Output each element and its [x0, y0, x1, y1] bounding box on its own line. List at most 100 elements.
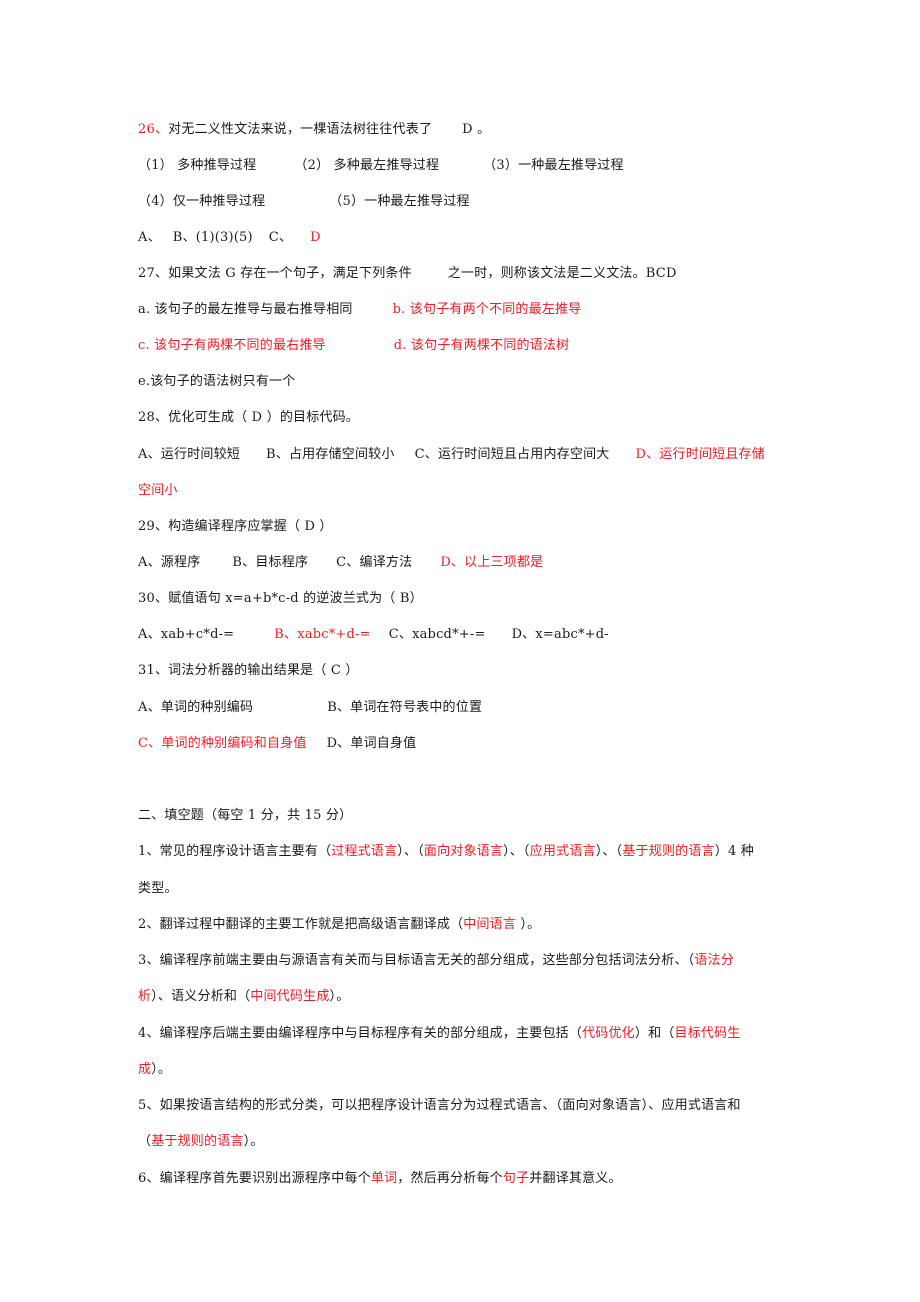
fill-1-cont: 类型。: [138, 881, 178, 896]
fill-5-line: 5、如果按语言结构的形式分类，可以把程序设计语言分为过程式语言、（面向对象语言）…: [138, 1097, 741, 1115]
fill-1-text: 1、常见的程序设计语言主要有（: [138, 844, 332, 859]
q31-row-cd: C、单词的种别编码和自身值 D、单词自身值: [138, 735, 416, 753]
q29-option-b: B、目标程序: [232, 555, 309, 570]
fill-4-text: 4、编译程序后端主要由编译程序中与目标程序有关的部分组成，主要包括（: [138, 1026, 583, 1041]
q29-options: A、源程序 B、目标程序 C、编译方法 D、以上三项都是: [138, 554, 543, 572]
fill-1-text: ）4 种: [714, 844, 754, 859]
q27-stem: 27、如果文法 G 存在一个句子，满足下列条件: [138, 266, 412, 281]
q28-option-a: A、运行时间较短: [138, 447, 240, 462]
q27-row-ab: a. 该句子的最左推导与最右推导相同 b. 该句子有两个不同的最左推导: [138, 301, 581, 319]
fill-5-text: （: [138, 1134, 152, 1149]
q31-option-b: B、单词在符号表中的位置: [327, 700, 483, 715]
fill-6-answer-1: 单词: [370, 1171, 398, 1186]
fill-1-answer-1: 过程式语言: [331, 844, 398, 859]
fill-1-answer-2: 面向对象语言: [423, 844, 504, 859]
fill-2-answer-1: 中间语言: [463, 917, 517, 932]
q28-option-d: D、运行时间短且存储: [635, 447, 765, 462]
q28-option-c: C、运行时间短且占用内存空间大: [414, 447, 610, 462]
q27-option-d: d. 该句子有两棵不同的语法树: [393, 338, 570, 353]
q31-option-a: A、单词的种别编码: [138, 700, 254, 715]
q31-stem: 31、词法分析器的输出结果是（ C ）: [138, 663, 359, 678]
q28-option-b: B、占用存储空间较小: [266, 447, 395, 462]
fill-4-answer-2-cont: 成: [138, 1062, 152, 1077]
fill-1-answer-3: 应用式语言: [529, 844, 596, 859]
q27-option-a: a. 该句子的最左推导与最右推导相同: [138, 302, 353, 317]
q30-options: A、xab+c*d-= B、xabc*+d-= C、xabcd*+-= D、x=abc…: [138, 626, 609, 644]
fill-3-text: 3、编译程序前端主要由与源语言有关而与目标语言无关的部分组成，这些部分包括词法分…: [138, 953, 695, 968]
fill-4-answer-2: 目标代码生: [674, 1026, 741, 1041]
fill-4-answer-1: 代码优化: [582, 1026, 635, 1041]
fill-4-line: 4、编译程序后端主要由编译程序中与目标程序有关的部分组成，主要包括（代码优化）和…: [138, 1025, 741, 1043]
q27-stem-tail: 之一时，则称该文法是二义文法。BCD: [447, 266, 677, 281]
fill-5-answer-1: 基于规则的语言: [151, 1134, 244, 1149]
fill-1-line: 1、常见的程序设计语言主要有（过程式语言）、（面向对象语言）、（应用式语言）、（…: [138, 843, 754, 861]
fill-4-cont-line: 成）。: [138, 1061, 171, 1079]
fill-3-answer-1: 语法分: [694, 953, 734, 968]
q30-option-a: A、xab+c*d-=: [138, 627, 235, 642]
q28-option-d-cont: 空间小: [138, 483, 178, 498]
q27-stem-line: 27、如果文法 G 存在一个句子，满足下列条件 之一时，则称该文法是二义文法。BC…: [138, 265, 677, 283]
fill-6-text: 并翻译其意义。: [529, 1171, 622, 1186]
fill-3-cont-line: 析）、语义分析和（中间代码生成）。: [138, 988, 349, 1006]
fill-1-text: ）、（: [595, 844, 623, 859]
q26-options-row2: （4）仅一种推导过程 （5）一种最左推导过程: [138, 193, 470, 211]
fill-1-text: ）、（: [397, 844, 424, 859]
q30-stem-line: 30、赋值语句 x=a+b*c-d 的逆波兰式为（ B）: [138, 590, 423, 608]
q26-number: 26、: [138, 122, 169, 137]
q26-stem: 对无二义性文法来说，一棵语法树往往代表了: [168, 122, 433, 137]
q27-option-c: c. 该句子有两棵不同的最右推导: [138, 338, 326, 353]
q29-stem-line: 29、构造编译程序应掌握（ D ）: [138, 518, 333, 536]
q26-choice-d: D: [310, 230, 321, 245]
q28-stem-line: 28、优化可生成（ D ）的目标代码。: [138, 409, 359, 427]
q30-option-d: D、x=abc*+d-: [511, 627, 609, 642]
fill-3-answer-2: 中间代码生成: [250, 989, 330, 1004]
q26-choice-b: B、(1)(3)(5): [172, 230, 253, 245]
fill-1-answer-4: 基于规则的语言: [622, 844, 715, 859]
q29-option-c: C、编译方法: [336, 555, 413, 570]
q26-option-5: （5）一种最左推导过程: [329, 194, 470, 209]
q31-stem-line: 31、词法分析器的输出结果是（ C ）: [138, 662, 359, 680]
fill-6-text: ，然后再分析每个: [397, 1171, 503, 1186]
q28-option-d-cont-line: 空间小: [138, 482, 178, 500]
q28-options: A、运行时间较短 B、占用存储空间较小 C、运行时间短且占用内存空间大 D、运行时间短…: [138, 446, 765, 464]
q29-stem: 29、构造编译程序应掌握（ D ）: [138, 519, 333, 534]
fill-5-text: 5、如果按语言结构的形式分类，可以把程序设计语言分为过程式语言、（面向对象语言）…: [138, 1098, 741, 1113]
fill-1-text: ）、（: [503, 844, 530, 859]
document-page: 26、对无二义性文法来说，一棵语法树往往代表了 D 。 （1） 多种推导过程 （2）…: [0, 0, 920, 1302]
fill-4-text: ）和（: [634, 1026, 675, 1041]
fill-3-text: ）、语义分析和（: [151, 989, 251, 1004]
section2-title-text: 二、填空题（每空 1 分，共 15 分）: [138, 808, 353, 823]
q27-option-e: e.该句子的语法树只有一个: [138, 374, 296, 389]
fill-2-text: ）。: [516, 917, 541, 932]
q31-option-d: D、单词自身值: [326, 736, 417, 751]
q26-option-3: （3）一种最左推导过程: [483, 158, 624, 173]
section2-title: 二、填空题（每空 1 分，共 15 分）: [138, 807, 352, 825]
q26-options-row1: （1） 多种推导过程 （2） 多种最左推导过程 （3）一种最左推导过程: [138, 157, 624, 175]
q26-choice-a: A、: [138, 230, 161, 245]
q26-stem-line: 26、对无二义性文法来说，一棵语法树往往代表了 D 。: [138, 121, 490, 139]
q30-option-c: C、xabcd*+-=: [388, 627, 486, 642]
fill-5-cont-line: （基于规则的语言）。: [138, 1133, 264, 1151]
q26-answer: D 。: [462, 122, 491, 137]
q26-option-4: （4）仅一种推导过程: [138, 194, 266, 209]
q26-option-1: （1） 多种推导过程: [138, 158, 257, 173]
q27-row-cd: c. 该句子有两棵不同的最右推导 d. 该句子有两棵不同的语法树: [138, 337, 569, 355]
fill-6-answer-2: 句子: [502, 1171, 530, 1186]
fill-3-text: ）。: [329, 989, 350, 1004]
q26-choice-c: C、: [268, 230, 293, 245]
fill-2-line: 2、翻译过程中翻译的主要工作就是把高级语言翻译成（中间语言 ）。: [138, 916, 540, 934]
q31-row-ab: A、单词的种别编码 B、单词在符号表中的位置: [138, 699, 482, 717]
fill-1-cont-line: 类型。: [138, 880, 178, 898]
fill-6-line: 6、编译程序首先要识别出源程序中每个单词，然后再分析每个句子并翻译其意义。: [138, 1170, 622, 1188]
fill-2-text: 2、翻译过程中翻译的主要工作就是把高级语言翻译成（: [138, 917, 464, 932]
fill-3-line: 3、编译程序前端主要由与源语言有关而与目标语言无关的部分组成，这些部分包括词法分…: [138, 952, 734, 970]
fill-4-text: ）。: [151, 1062, 172, 1077]
q26-choices: A、 B、(1)(3)(5) C、 D: [138, 229, 321, 247]
q31-option-c: C、单词的种别编码和自身值: [138, 736, 307, 751]
q26-option-2: （2） 多种最左推导过程: [294, 158, 440, 173]
fill-5-text: ）。: [243, 1134, 264, 1149]
q30-stem: 30、赋值语句 x=a+b*c-d 的逆波兰式为（ B）: [138, 591, 423, 606]
q28-stem: 28、优化可生成（ D ）的目标代码。: [138, 410, 360, 425]
q29-option-a: A、源程序: [138, 555, 201, 570]
fill-3-answer-1-cont: 析: [138, 989, 152, 1004]
